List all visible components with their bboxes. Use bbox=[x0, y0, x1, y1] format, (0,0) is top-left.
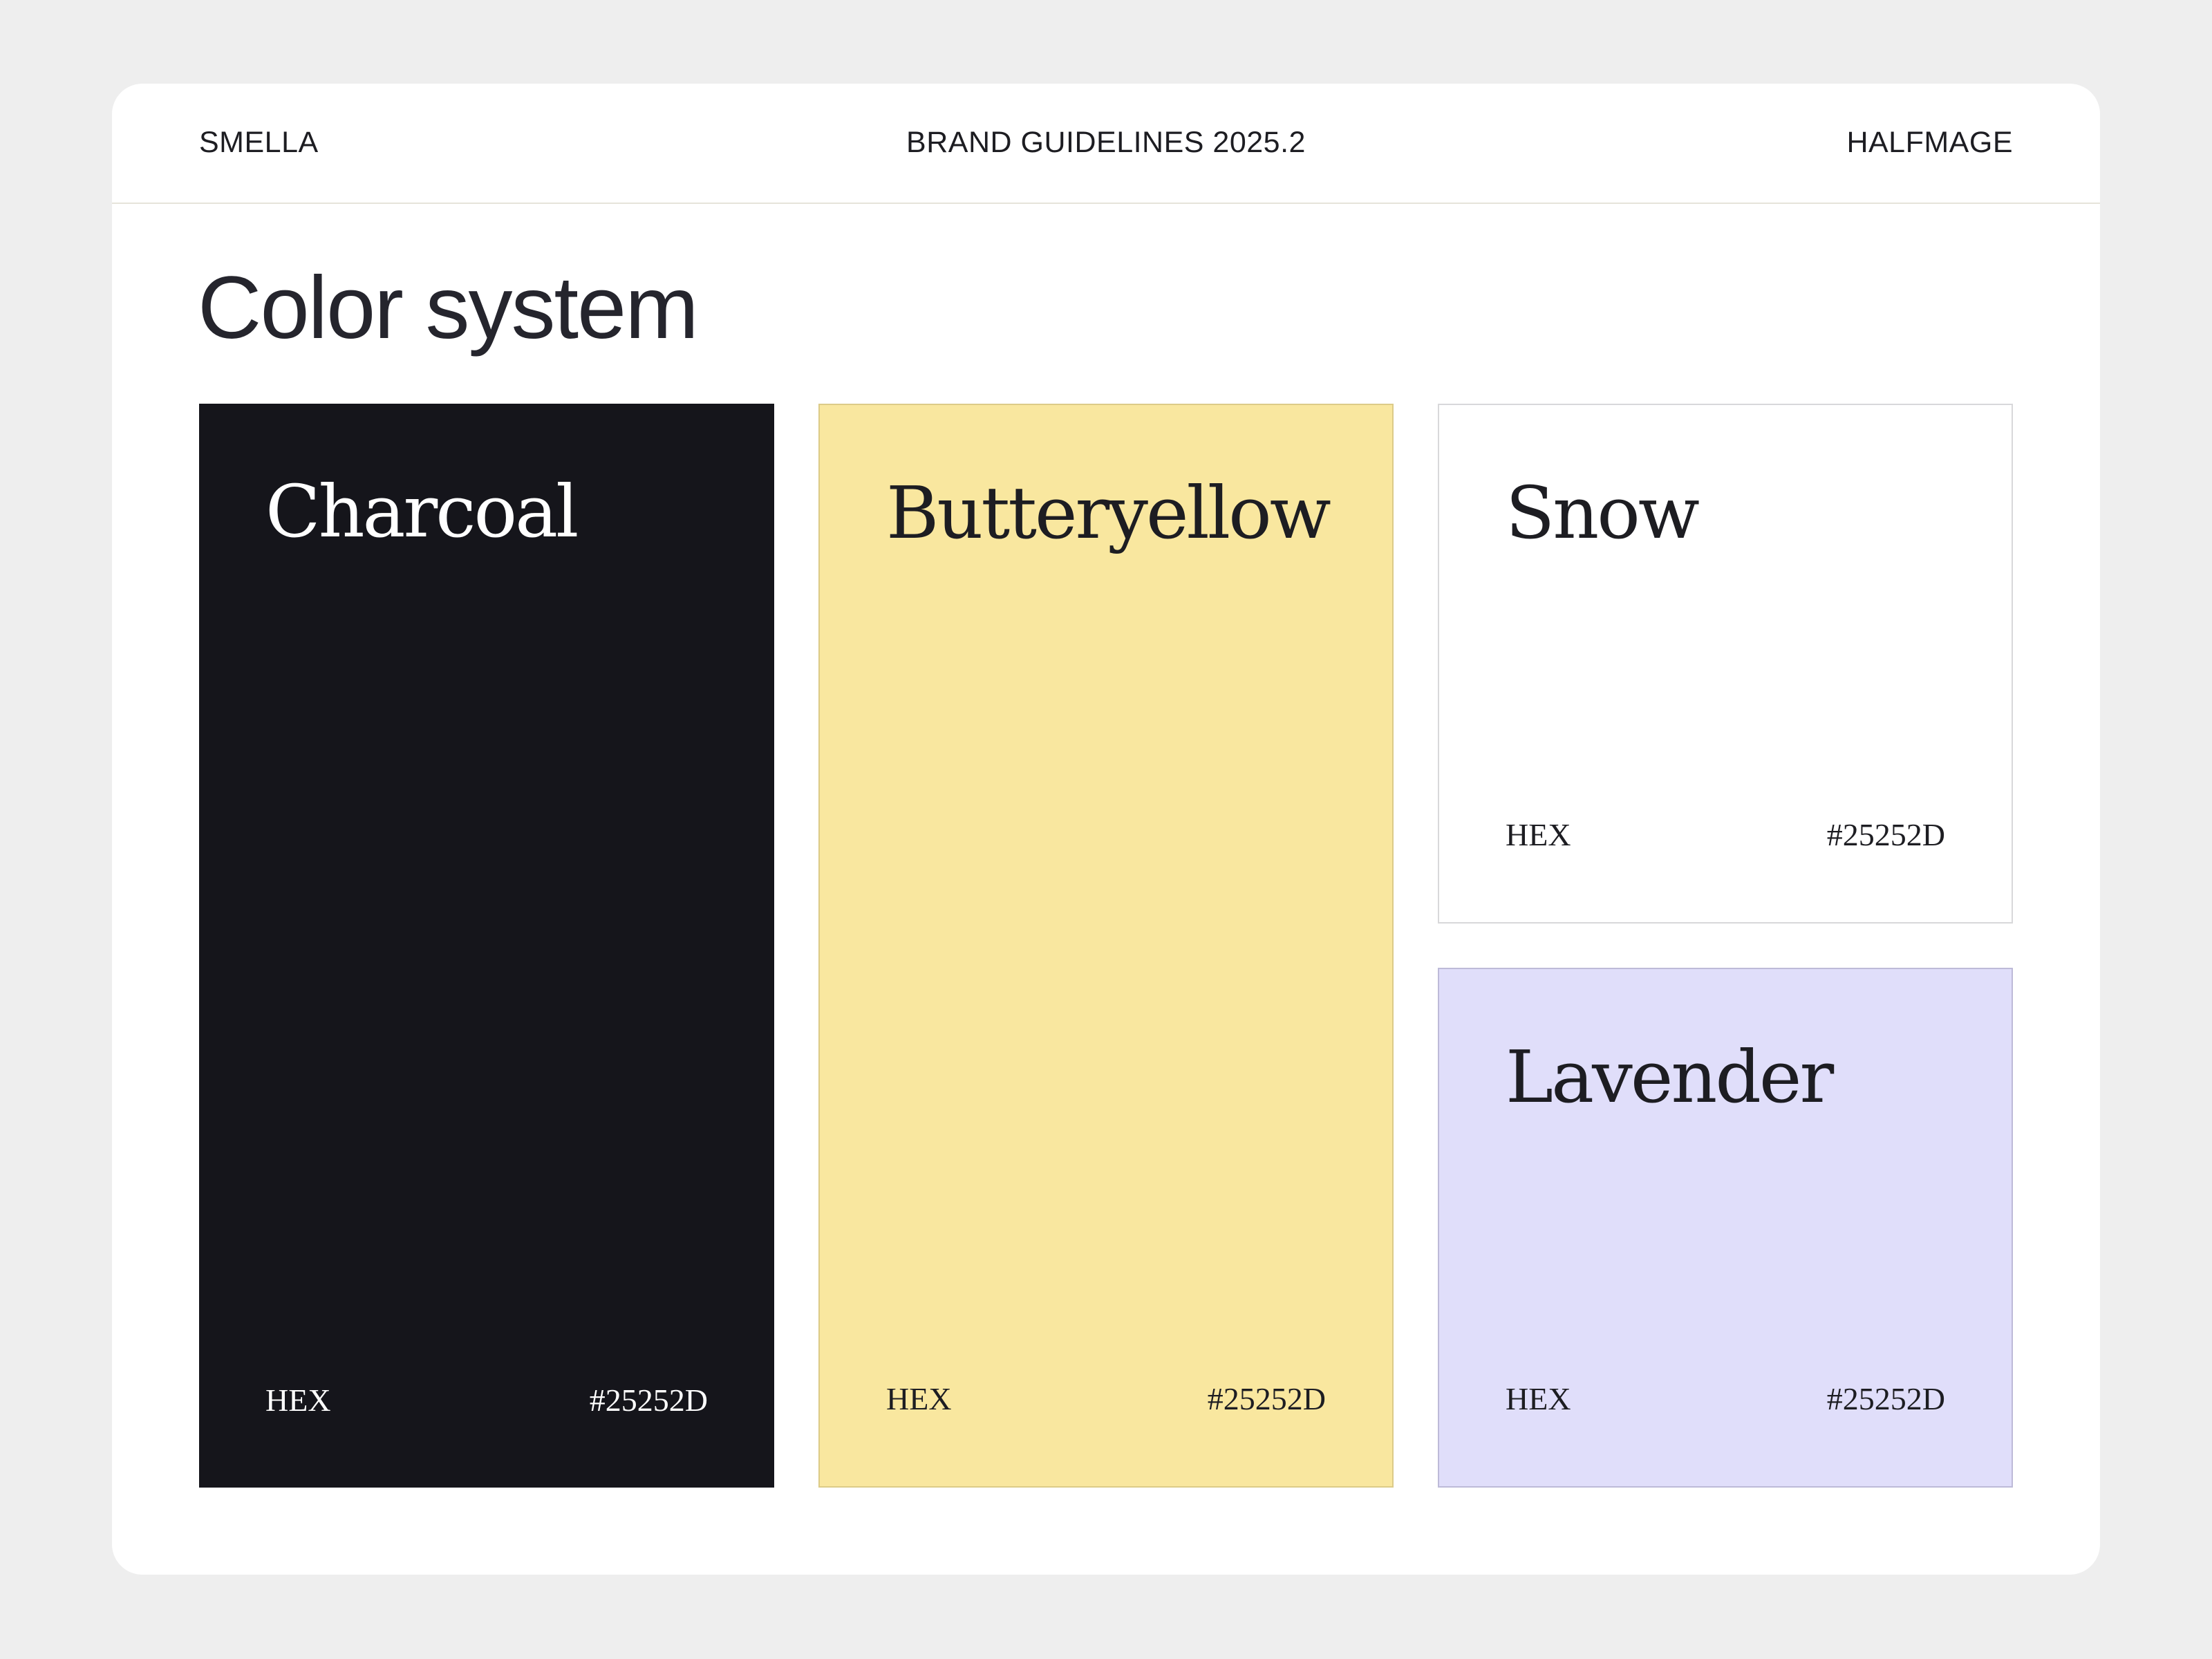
swatch-butteryellow: Butteryellow HEX #25252D bbox=[818, 404, 1394, 1488]
swatch-name: Lavender bbox=[1506, 1035, 1834, 1119]
swatch-charcoal: Charcoal HEX #25252D bbox=[199, 404, 774, 1488]
swatch-code-value: #25252D bbox=[1826, 817, 1945, 852]
swatch-code-row: HEX #25252D bbox=[1506, 814, 1945, 856]
swatch-code-label: HEX bbox=[1506, 817, 1571, 852]
swatch-code-label: HEX bbox=[1506, 1381, 1571, 1416]
swatch-name: Charcoal bbox=[265, 469, 579, 554]
page-title: Color system bbox=[198, 259, 699, 357]
swatch-code-value: #25252D bbox=[589, 1382, 708, 1418]
swatch-name: Snow bbox=[1506, 471, 1700, 555]
swatch-snow: Snow HEX #25252D bbox=[1438, 404, 2013, 924]
swatch-code-row: HEX #25252D bbox=[886, 1378, 1326, 1420]
swatch-name: Butteryellow bbox=[886, 471, 1331, 555]
guidelines-card: SMELLA BRAND GUIDELINES 2025.2 HALFMAGE … bbox=[112, 84, 2100, 1575]
swatch-code-row: HEX #25252D bbox=[1506, 1378, 1945, 1420]
document-title: BRAND GUIDELINES 2025.2 bbox=[906, 126, 1306, 159]
swatch-lavender: Lavender HEX #25252D bbox=[1438, 968, 2013, 1488]
swatch-code-value: #25252D bbox=[1826, 1381, 1945, 1416]
agency-name: HALFMAGE bbox=[1846, 126, 2013, 159]
swatch-code-label: HEX bbox=[886, 1381, 952, 1416]
swatch-code-value: #25252D bbox=[1207, 1381, 1326, 1416]
swatch-code-row: HEX #25252D bbox=[265, 1380, 708, 1421]
page-header: SMELLA BRAND GUIDELINES 2025.2 HALFMAGE bbox=[112, 84, 2100, 204]
swatch-code-label: HEX bbox=[265, 1382, 331, 1418]
